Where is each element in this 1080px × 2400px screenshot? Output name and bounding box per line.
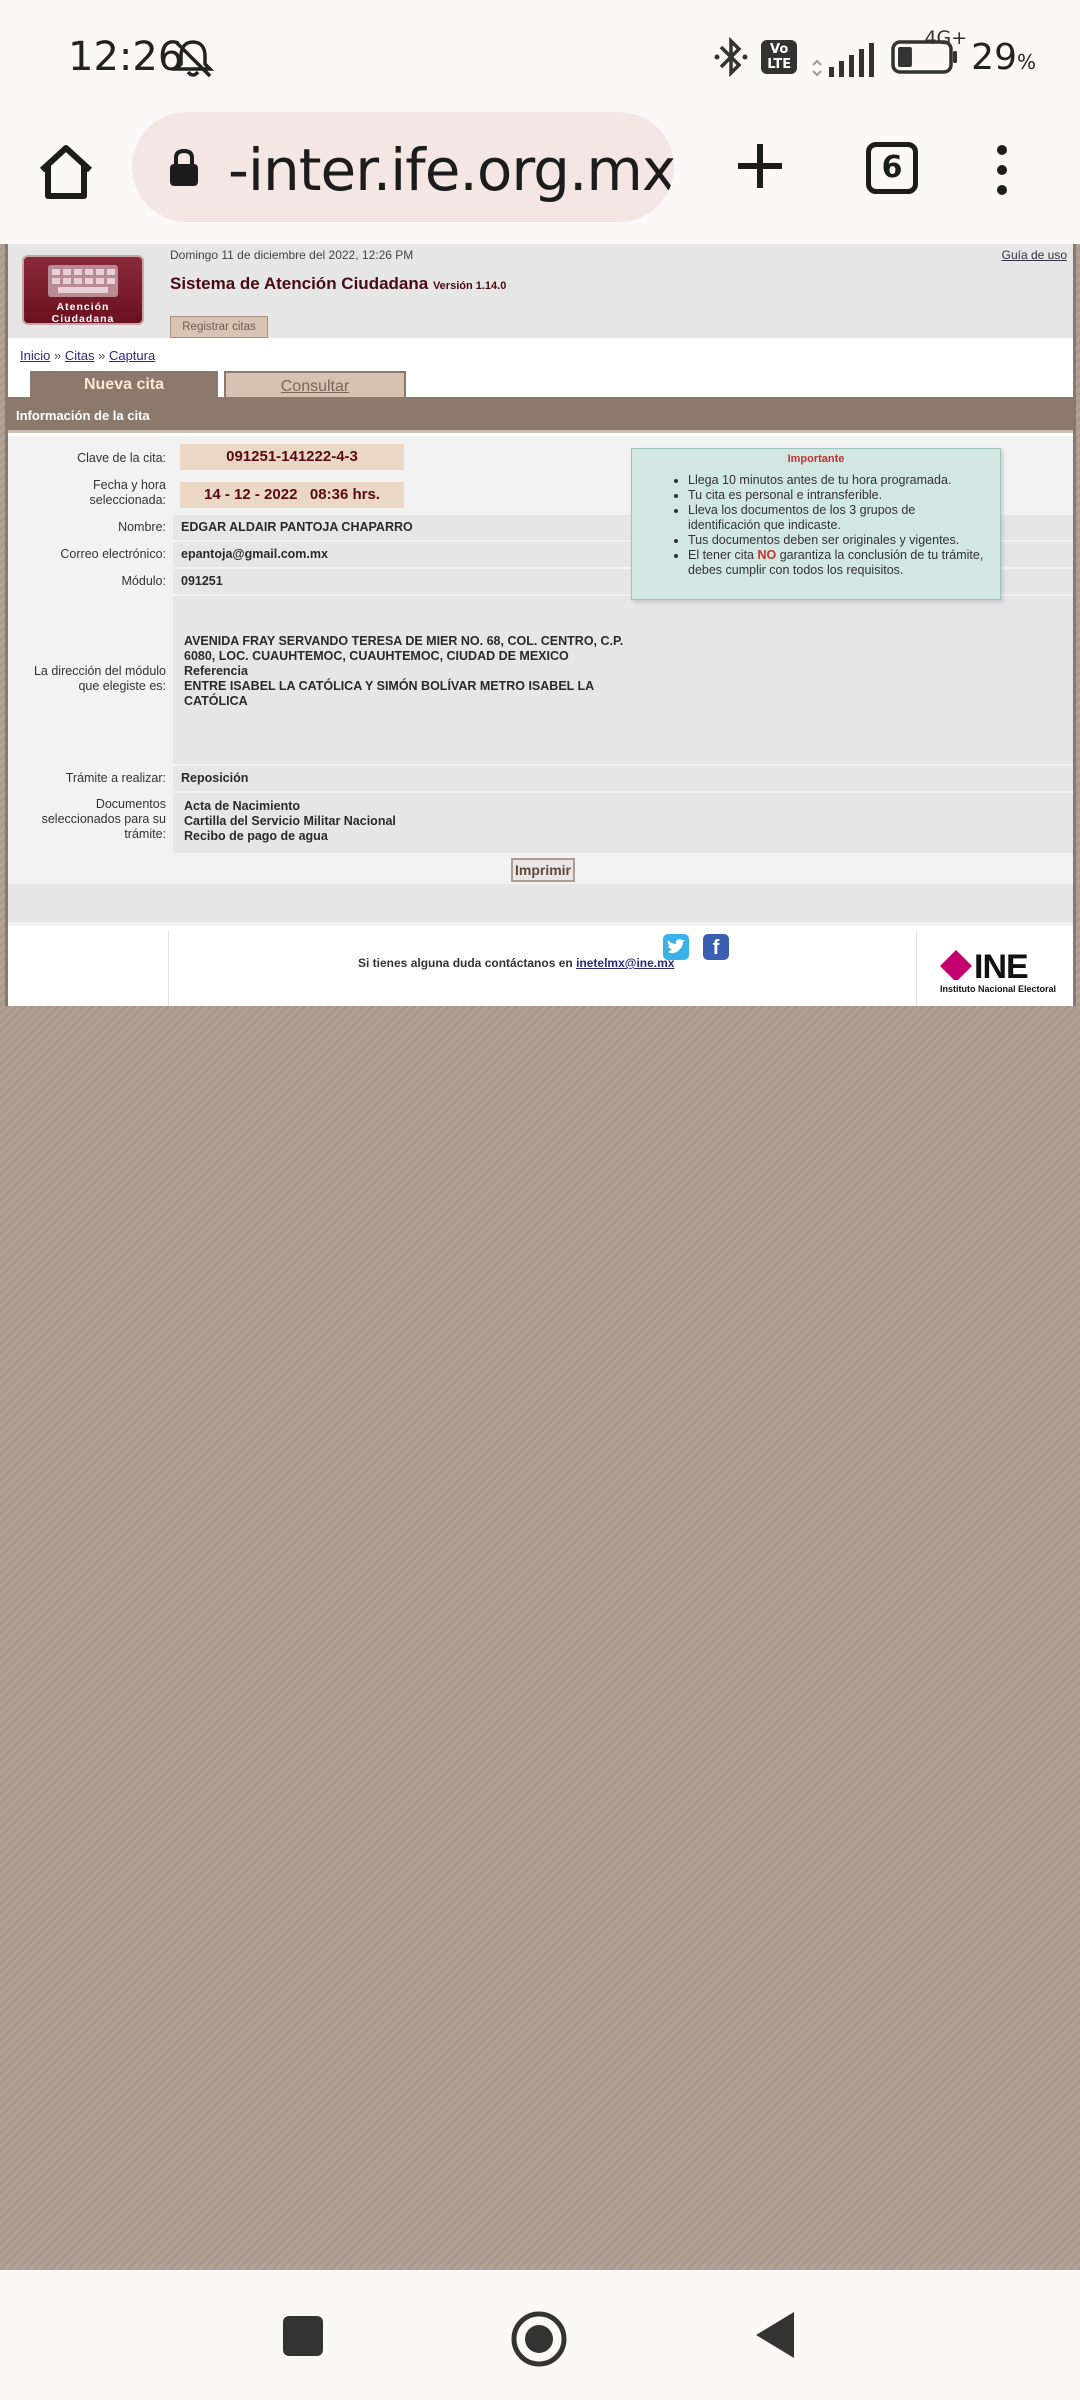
important-list: Llega 10 minutos antes de tu hora progra…: [688, 473, 1000, 578]
breadcrumb: Inicio » Citas » Captura: [20, 348, 156, 363]
breadcrumb-captura[interactable]: Captura: [109, 348, 155, 363]
referencia-label: Referencia: [184, 664, 248, 678]
new-tab-icon[interactable]: [734, 140, 786, 192]
ine-subtitle: Instituto Nacional Electoral: [940, 984, 1057, 994]
contact-email-link[interactable]: inetelmx@ine.mx: [576, 956, 674, 970]
guide-link[interactable]: Guía de uso: [1002, 248, 1067, 262]
important-notice: Importante Llega 10 minutos antes de tu …: [631, 448, 1001, 600]
fecha-label-1: Fecha y hora: [93, 478, 166, 492]
facebook-icon[interactable]: f: [703, 934, 729, 960]
ine-logo: INE Instituto Nacional Electoral: [938, 946, 1066, 994]
signal-icon: 4G+: [809, 29, 967, 79]
browser-toolbar: -inter.ife.org.mx 6: [0, 110, 1080, 244]
clave-label: Clave de la cita:: [77, 451, 166, 465]
tramite-value: Reposición: [173, 766, 1073, 791]
bluetooth-icon: [714, 36, 748, 78]
tramite-label: Trámite a realizar:: [65, 771, 166, 785]
recent-apps-button[interactable]: [283, 2316, 323, 2356]
muted-bell-icon: [171, 40, 215, 78]
current-date: Domingo 11 de diciembre del 2022, 12:26 …: [170, 248, 414, 262]
system-title: Sistema de Atención Ciudadana Versión 1.…: [170, 274, 507, 293]
important-title: Importante: [787, 453, 845, 465]
logo-text-line2: Ciudadana: [51, 313, 115, 325]
documents-list: Acta de Nacimiento Cartilla del Servicio…: [173, 793, 1073, 853]
appointment-info: Clave de la cita: 091251-141222-4-3 Fech…: [8, 436, 1073, 926]
status-icons: Vo LTE 4G+ 29%: [713, 29, 1036, 82]
version: Versión 1.14.0: [432, 280, 507, 292]
docs-label-1: Documentos: [95, 797, 166, 811]
register-appointments-button[interactable]: Registrar citas: [170, 316, 268, 338]
docs-label-3: trámite:: [124, 827, 166, 841]
list-item: Cartilla del Servicio Militar Nacional: [184, 814, 396, 828]
breadcrumb-inicio[interactable]: Inicio: [20, 348, 50, 363]
logo-text-line1: Atención: [56, 301, 110, 313]
docs-label-2: seleccionados para su: [41, 812, 166, 826]
lock-icon[interactable]: [168, 148, 200, 188]
tab-consult[interactable]: Consultar: [224, 371, 406, 399]
tab-switcher-button[interactable]: 6: [866, 142, 918, 194]
status-bar: 12:26 Vo LTE 4G+ 29%: [0, 0, 1080, 110]
home-button[interactable]: [510, 2310, 568, 2368]
system-nav-bar: [0, 2270, 1080, 2400]
page-container: Atención Ciudadana Domingo 11 de diciemb…: [5, 244, 1076, 1006]
direccion-value: AVENIDA FRAY SERVANDO TERESA DE MIER NO.…: [173, 596, 1073, 764]
volte-icon: Vo LTE: [761, 40, 798, 74]
site-header: Atención Ciudadana Domingo 11 de diciemb…: [8, 244, 1073, 338]
web-content: Atención Ciudadana Domingo 11 de diciemb…: [0, 244, 1080, 2270]
modulo-label: Módulo:: [121, 574, 166, 588]
divider-bar: [8, 884, 1073, 922]
keyboard-icon: [48, 265, 118, 297]
back-button[interactable]: [754, 2310, 796, 2360]
home-icon[interactable]: [34, 140, 98, 204]
atencion-ciudadana-logo[interactable]: Atención Ciudadana: [22, 255, 144, 325]
nombre-label: Nombre:: [118, 520, 166, 534]
list-item: Acta de Nacimiento: [184, 799, 301, 813]
ine-diamond-icon: [940, 950, 972, 980]
section-title: Información de la cita: [8, 397, 1073, 433]
address-bar[interactable]: -inter.ife.org.mx: [132, 112, 674, 222]
breadcrumb-citas[interactable]: Citas: [65, 348, 95, 363]
direccion-label-2: que elegiste es:: [78, 679, 166, 693]
contact-text: Si tienes alguna duda contáctanos en ine…: [358, 956, 675, 970]
tab-new-appointment[interactable]: Nueva cita: [30, 371, 218, 399]
correo-label: Correo electrónico:: [60, 547, 166, 561]
battery-percent: 29%: [971, 36, 1036, 78]
print-button[interactable]: Imprimir: [511, 858, 575, 882]
twitter-icon[interactable]: [663, 934, 689, 960]
url-text[interactable]: -inter.ife.org.mx: [228, 136, 674, 204]
direccion-label-1: La dirección del módulo: [33, 664, 166, 678]
fecha-value: 14 - 12 - 2022 08:36 hrs.: [180, 482, 404, 508]
ine-wordmark: INE: [974, 948, 1029, 986]
fecha-label-2: seleccionada:: [89, 493, 166, 507]
clock: 12:26: [68, 34, 184, 80]
more-options-icon[interactable]: [992, 144, 1012, 196]
footer: Si tienes alguna duda contáctanos en ine…: [8, 930, 1073, 1006]
list-item: Recibo de pago de agua: [184, 829, 328, 843]
clave-value: 091251-141222-4-3: [180, 444, 404, 470]
